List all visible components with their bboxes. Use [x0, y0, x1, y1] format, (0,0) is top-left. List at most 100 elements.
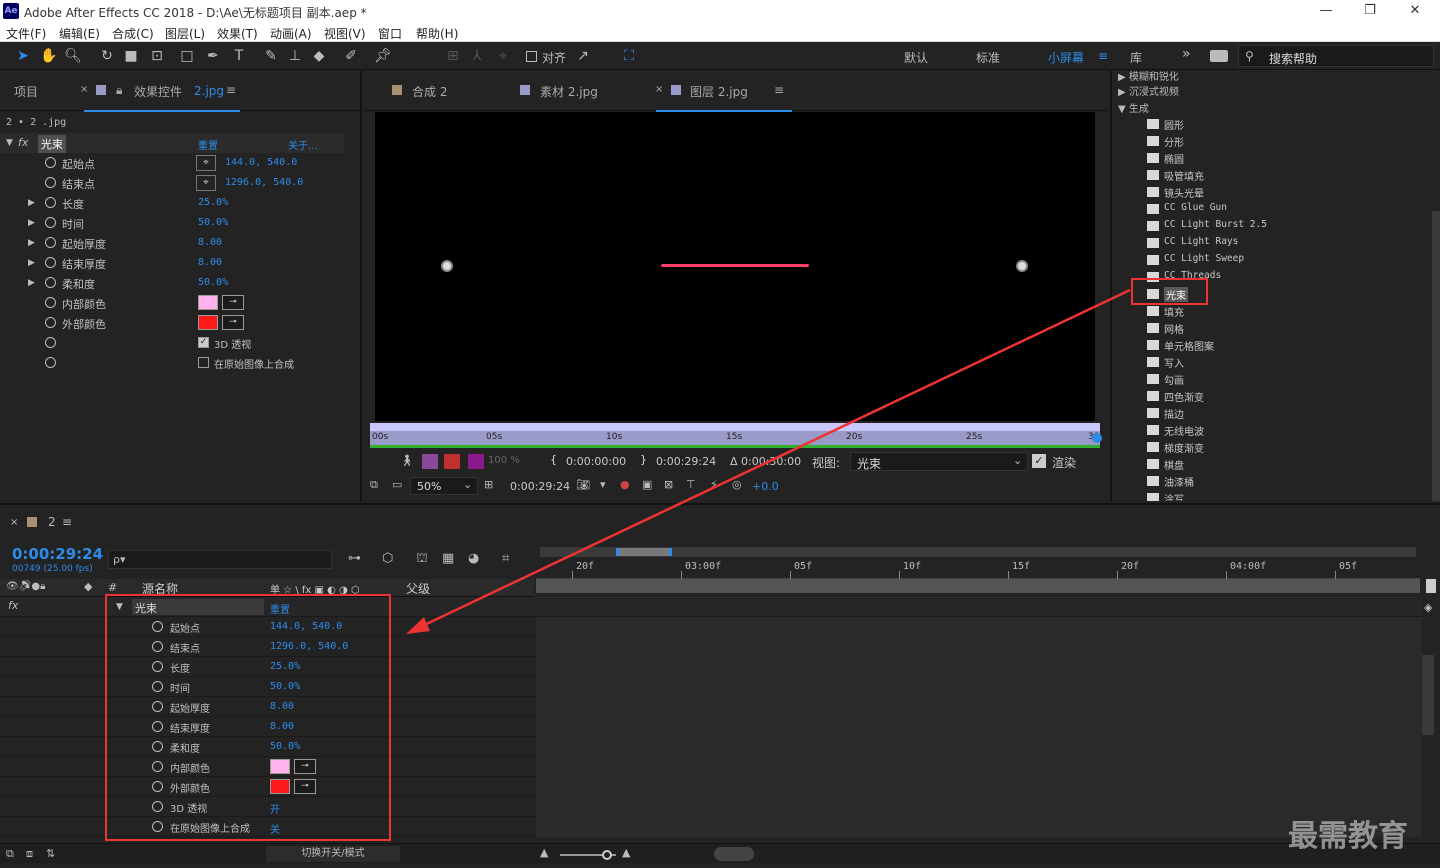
- effect-list-item[interactable]: 无线电波: [1164, 423, 1204, 438]
- effect-list-item[interactable]: 描边: [1164, 406, 1184, 421]
- checkbox[interactable]: [198, 357, 209, 368]
- eyedropper-icon[interactable]: ⊸: [222, 295, 244, 310]
- time-out[interactable]: 0:00:29:24: [656, 455, 716, 468]
- eraser-tool-icon[interactable]: ◆: [310, 47, 328, 65]
- zoom-select[interactable]: 50% ⌄: [410, 477, 478, 495]
- folder-generate[interactable]: ▼ 生成: [1118, 100, 1149, 115]
- workspace-small-screen[interactable]: 小屏幕: [1048, 49, 1084, 66]
- start-point-handle[interactable]: [441, 260, 453, 272]
- stopwatch-icon[interactable]: [45, 277, 56, 288]
- pan-behind-tool-icon[interactable]: ⊡: [148, 47, 166, 65]
- effect-list-item[interactable]: 单元格图案: [1164, 338, 1214, 353]
- timeline-ruler[interactable]: 20f 03:00f 05f 10f 15f 20f 04:00f 05f: [536, 559, 1420, 579]
- fx-icon[interactable]: fx: [8, 599, 18, 612]
- rotate-tool-icon[interactable]: ↻: [98, 47, 116, 65]
- workspace-standard[interactable]: 标准: [976, 49, 1000, 66]
- snap-checkbox[interactable]: [526, 51, 537, 62]
- sync-settings-icon[interactable]: [1210, 50, 1228, 62]
- roto-brush-tool-icon[interactable]: ✐: [342, 47, 360, 65]
- tab-footage[interactable]: 素材 2.jpg: [540, 83, 598, 100]
- effect-prop-value[interactable]: 25.0%: [198, 197, 228, 208]
- draft-3d-icon[interactable]: ⬡: [382, 551, 393, 566]
- tab-project[interactable]: 项目: [14, 83, 38, 100]
- lock-icon[interactable]: 🔒︎: [116, 83, 122, 98]
- reset-link[interactable]: 重置: [198, 137, 218, 152]
- timeline-scrollbar[interactable]: [1422, 655, 1434, 735]
- current-time[interactable]: 0:00:29:24: [510, 480, 570, 493]
- exposure-value[interactable]: +0.0: [752, 480, 779, 493]
- effect-prop-value[interactable]: 144.0, 540.0: [225, 157, 297, 168]
- snapshot-region-icon[interactable]: ⧉: [370, 478, 378, 492]
- timeline-track[interactable]: [536, 677, 1422, 697]
- effect-list-item[interactable]: 分形: [1164, 134, 1184, 149]
- work-area-bar[interactable]: [540, 547, 1416, 557]
- snap-edges-icon[interactable]: ⛶: [620, 47, 638, 65]
- frame-blending-icon[interactable]: ▦: [442, 551, 454, 566]
- alpha-icon[interactable]: [422, 454, 438, 469]
- view-axis-icon[interactable]: ⌖: [494, 47, 512, 65]
- stopwatch-icon[interactable]: [45, 157, 56, 168]
- effect-list-item[interactable]: 填充: [1164, 304, 1184, 319]
- timeline-hscroll[interactable]: [714, 847, 754, 861]
- viewer-canvas[interactable]: [375, 112, 1095, 421]
- close-button[interactable]: ✕: [1405, 2, 1425, 20]
- menu-layer[interactable]: 图层(L): [165, 25, 205, 42]
- crosshair-icon[interactable]: ⌖: [196, 155, 216, 171]
- effect-list-item[interactable]: 圆形: [1164, 117, 1184, 132]
- effect-list-item[interactable]: 涂写: [1164, 491, 1184, 501]
- effect-controls-file[interactable]: 2.jpg: [194, 84, 224, 98]
- view-select[interactable]: 光束 ⌄: [850, 452, 1028, 471]
- stopwatch-icon[interactable]: [45, 297, 56, 308]
- effect-prop-value[interactable]: 8.00: [198, 257, 222, 268]
- timeline-layer-bar[interactable]: [536, 579, 1420, 593]
- effect-prop-value[interactable]: 50.0%: [198, 277, 228, 288]
- stopwatch-icon[interactable]: [45, 177, 56, 188]
- puppet-tool-icon[interactable]: 📌︎: [374, 47, 392, 65]
- color-swatch[interactable]: [198, 315, 218, 330]
- graph-editor-icon[interactable]: ⌗: [502, 551, 509, 566]
- timeline-track[interactable]: [536, 697, 1422, 717]
- timeline-track[interactable]: [536, 637, 1422, 657]
- rgb-channels-icon[interactable]: ●: [620, 478, 630, 491]
- menu-composition[interactable]: 合成(C): [112, 25, 154, 42]
- panel-menu-icon[interactable]: ≡: [226, 83, 236, 97]
- camera-tool-icon[interactable]: ■: [122, 47, 140, 65]
- about-link[interactable]: 关于...: [288, 137, 318, 152]
- keyframe-nav-icon[interactable]: ◈: [1424, 601, 1432, 614]
- brush-tool-icon[interactable]: ✎: [262, 47, 280, 65]
- local-axis-icon[interactable]: ⊞: [444, 47, 462, 65]
- zoom-tool-icon[interactable]: 🔍︎: [64, 47, 82, 65]
- color-swatch[interactable]: [198, 295, 218, 310]
- timeline-track[interactable]: [536, 617, 1422, 637]
- composition-flowchart-icon[interactable]: ⊶: [348, 551, 361, 566]
- 3d-view-icon[interactable]: ⊤: [686, 478, 696, 491]
- workspace-default[interactable]: 默认: [904, 49, 928, 66]
- in-out-toggle-icon[interactable]: ⇅: [46, 847, 55, 860]
- timeline-track[interactable]: [536, 657, 1422, 677]
- effect-list-item[interactable]: CC Light Rays: [1164, 236, 1238, 247]
- more-workspaces-button[interactable]: »: [1182, 46, 1191, 62]
- panel-menu-icon[interactable]: ≡: [774, 83, 784, 97]
- render-checkbox[interactable]: ✓: [1032, 454, 1046, 468]
- effect-list-item[interactable]: 四色渐变: [1164, 389, 1204, 404]
- mask-icon[interactable]: [444, 454, 460, 469]
- hand-tool-icon[interactable]: ✋: [40, 47, 58, 65]
- modes-toggle-icon[interactable]: ⧈: [26, 847, 33, 861]
- stopwatch-icon[interactable]: [45, 217, 56, 228]
- menu-window[interactable]: 窗口: [378, 25, 402, 42]
- world-axis-icon[interactable]: ⅄: [468, 47, 486, 65]
- snap-options-icon[interactable]: ↗: [574, 47, 592, 65]
- time-in[interactable]: 0:00:00:00: [566, 455, 626, 468]
- in-point-icon[interactable]: {: [550, 453, 557, 466]
- checkbox[interactable]: ✓: [198, 337, 209, 348]
- timeline-comp-tab[interactable]: 2: [48, 515, 56, 529]
- out-point-icon[interactable]: }: [640, 453, 647, 466]
- timeline-track[interactable]: [536, 717, 1422, 737]
- minimize-button[interactable]: —: [1316, 2, 1336, 20]
- motion-blur-icon[interactable]: ◕: [468, 551, 479, 566]
- menu-edit[interactable]: 编辑(E): [59, 25, 100, 42]
- effects-scrollbar[interactable]: [1432, 211, 1440, 501]
- expand-arrow-icon[interactable]: ▶: [28, 278, 35, 288]
- effect-list-item[interactable]: 棋盘: [1164, 457, 1184, 472]
- clone-stamp-tool-icon[interactable]: ⊥: [286, 47, 304, 65]
